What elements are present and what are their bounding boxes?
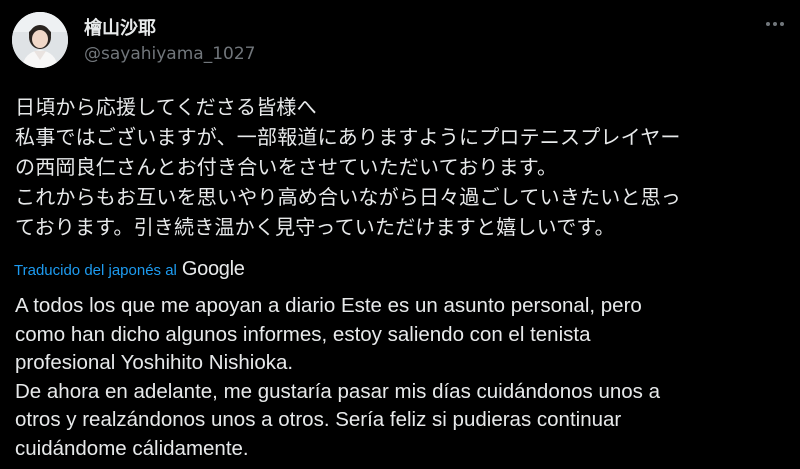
more-horizontal-icon bbox=[773, 22, 777, 26]
translated-from-link[interactable]: Traducido del japonés al bbox=[14, 262, 177, 279]
more-horizontal-icon bbox=[780, 22, 784, 26]
post-text-line: 日頃から応援してくださる皆様へ bbox=[15, 95, 317, 119]
post-translation-text: A todos los que me apoyan a diario Este … bbox=[15, 292, 790, 464]
post-text-line: これからもお互いを思いやり高め合いながら日々過ごしていきたいと思っ bbox=[15, 185, 681, 209]
tweet-card: 檜山沙耶 @sayahiyama_1027 日頃から応援してくださる皆様へ 私事… bbox=[0, 0, 800, 469]
translation-line: profesional Yoshihito Nishioka. bbox=[15, 351, 294, 375]
author-handle[interactable]: @sayahiyama_1027 bbox=[84, 44, 255, 64]
translation-line: otros y realzándonos unos a otros. Sería… bbox=[15, 408, 622, 432]
post-text-line: 私事ではございますが、一部報道にありますようにプロテニスプレイヤー bbox=[15, 125, 681, 149]
more-horizontal-icon bbox=[766, 22, 770, 26]
author-name[interactable]: 檜山沙耶 bbox=[84, 14, 156, 40]
translation-line: De ahora en adelante, me gustaría pasar … bbox=[15, 379, 661, 403]
post-text-line: ております。引き続き温かく見守っていただけますと嬉しいです。 bbox=[15, 215, 615, 239]
translation-line: A todos los que me apoyan a diario Este … bbox=[15, 294, 642, 317]
google-logo: Google bbox=[181, 258, 245, 280]
translation-line: cuidándome cálidamente. bbox=[15, 436, 249, 460]
translation-attribution: Traducido del japonés al Google bbox=[14, 258, 245, 281]
avatar[interactable] bbox=[12, 12, 68, 68]
post-text-line: の西岡良仁さんとお付き合いをさせていただいております。 bbox=[15, 155, 558, 179]
translation-line: como han dicho algunos informes, estoy s… bbox=[15, 322, 591, 346]
more-options-button[interactable] bbox=[760, 12, 790, 36]
post-original-text: 日頃から応援してくださる皆様へ 私事ではございますが、一部報道にありますようにプ… bbox=[15, 92, 790, 242]
profile-photo-icon bbox=[12, 12, 68, 68]
